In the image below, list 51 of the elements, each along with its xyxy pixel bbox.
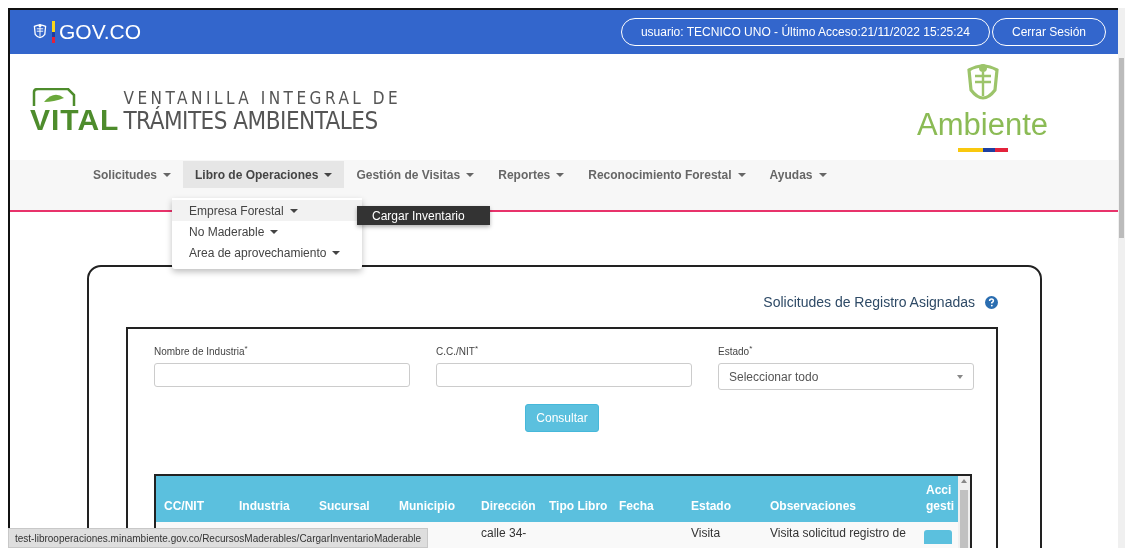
menu-item[interactable]: Area de aprovechamiento xyxy=(172,242,362,263)
nav-menu-item[interactable]: Gestión de Visitas xyxy=(344,161,487,188)
menu-item[interactable]: Empresa Forestal xyxy=(172,200,362,221)
column-header: Municipio xyxy=(398,498,456,516)
column-header: Observaciones xyxy=(769,498,858,516)
table-scrollbar[interactable] xyxy=(958,476,970,548)
input-field[interactable] xyxy=(154,363,410,388)
field-label: Nombre de Industria$^{*}$ xyxy=(154,344,249,358)
column-header: Dirección xyxy=(480,498,537,516)
column-header: Acci gesti xyxy=(925,482,955,516)
table-cell-text: Visita solicitud registro de xyxy=(769,525,907,543)
action-button[interactable] xyxy=(924,530,952,545)
caret-icon xyxy=(289,208,298,213)
submenu-item[interactable]: Cargar Inventario xyxy=(357,206,490,225)
panel-title: Solicitudes de Registro Asignadas xyxy=(763,294,975,310)
caret-icon xyxy=(556,172,565,177)
flag-stripe-icon xyxy=(957,148,1008,152)
column-header: Industria xyxy=(238,498,291,516)
caret-icon xyxy=(737,172,746,177)
gov-co-logo[interactable]: GOV.CO xyxy=(59,20,142,44)
page-scrollbar[interactable] xyxy=(1118,8,1125,548)
nav-menu-item[interactable]: Reportes xyxy=(486,161,577,188)
vital-logo-text: VITAL xyxy=(30,106,120,134)
caret-icon xyxy=(957,374,963,379)
input-field[interactable] xyxy=(436,363,692,388)
help-icon[interactable] xyxy=(985,295,998,309)
scroll-up-arrow-icon[interactable] xyxy=(961,479,967,484)
flag-stripe-icon xyxy=(52,21,55,43)
table-cell-text: calle 34- xyxy=(480,525,528,543)
column-header: Fecha xyxy=(618,498,655,516)
nav-menu-item[interactable]: Solicitudes xyxy=(81,161,183,188)
column-header: Estado xyxy=(690,498,732,516)
column-header: CC/NIT xyxy=(163,498,205,516)
crest-icon xyxy=(32,23,48,41)
status-dropdown[interactable]: Seleccionar todo xyxy=(718,363,974,391)
nav-menu-item[interactable]: Reconocimiento Forestal xyxy=(576,161,758,188)
caret-icon xyxy=(466,172,475,177)
field-label: Estado$^{*}$ xyxy=(718,344,754,358)
caret-icon xyxy=(324,172,333,177)
caret-icon xyxy=(818,172,827,177)
caret-icon xyxy=(332,250,341,255)
nav-menu-item[interactable]: Ayudas xyxy=(757,161,839,188)
caret-icon xyxy=(270,229,279,234)
field-label: C.C./NIT$^{*}$ xyxy=(436,344,479,358)
column-header: Sucursal xyxy=(318,498,371,516)
caret-icon xyxy=(163,172,171,177)
table-cell-text: Visita xyxy=(690,525,722,543)
logo-title: TRÁMITES AMBIENTALES xyxy=(123,108,379,134)
ministry-logo-text: Ambiente xyxy=(917,108,1048,142)
column-header: Tipo Libro xyxy=(548,498,609,516)
status-bar-url: test-librooperaciones.minambiente.gov.co/RecursosMaderables/CargarInventarioMaderable xyxy=(8,528,429,548)
